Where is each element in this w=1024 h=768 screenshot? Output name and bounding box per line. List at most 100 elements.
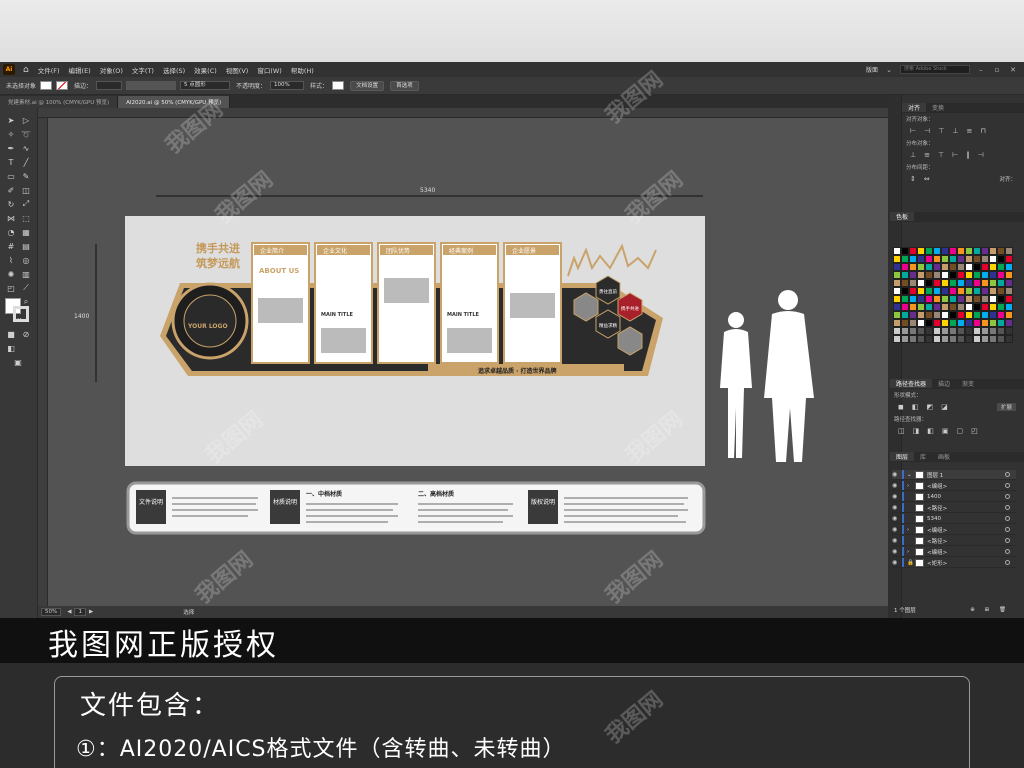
color-swatch[interactable] <box>981 279 989 287</box>
color-swatch[interactable] <box>901 327 909 335</box>
distribute-left-icon[interactable]: ⊢ <box>952 151 958 159</box>
curvature-tool-icon[interactable]: ∿ <box>20 142 32 154</box>
artboard-tool-icon[interactable]: ◰ <box>5 282 17 294</box>
layer-row[interactable]: ◉ 5340 <box>892 514 1016 524</box>
color-swatch[interactable] <box>997 327 1005 335</box>
color-swatch[interactable] <box>925 279 933 287</box>
color-swatch[interactable] <box>997 335 1005 343</box>
color-swatch[interactable] <box>901 279 909 287</box>
color-swatch[interactable] <box>941 311 949 319</box>
color-swatch[interactable] <box>957 295 965 303</box>
color-swatch[interactable] <box>925 311 933 319</box>
color-swatch[interactable] <box>981 319 989 327</box>
visibility-eye-icon[interactable]: ◉ <box>892 504 902 511</box>
color-swatch[interactable] <box>909 319 917 327</box>
color-swatch[interactable] <box>965 247 973 255</box>
color-swatch[interactable] <box>997 295 1005 303</box>
lock-icon[interactable]: 🔒 <box>907 560 915 566</box>
layer-row[interactable]: ◉ 1400 <box>892 492 1016 502</box>
color-swatch[interactable] <box>909 295 917 303</box>
color-swatch[interactable] <box>949 271 957 279</box>
tab-pathfinder[interactable]: 路径查找器 <box>890 379 933 388</box>
color-swatch[interactable] <box>933 247 941 255</box>
color-swatch[interactable] <box>933 319 941 327</box>
menu-type[interactable]: 文字(T) <box>132 65 154 75</box>
color-swatch[interactable] <box>909 279 917 287</box>
color-swatch[interactable] <box>941 271 949 279</box>
color-swatch[interactable] <box>957 287 965 295</box>
color-swatch[interactable] <box>981 247 989 255</box>
color-swatch[interactable] <box>1005 319 1013 327</box>
layer-target-icon[interactable] <box>1005 494 1010 499</box>
layer-row[interactable]: ◉ <路径> <box>892 536 1016 546</box>
visibility-eye-icon[interactable]: ◉ <box>892 493 902 500</box>
expand-chevron-icon[interactable]: › <box>907 527 915 533</box>
color-swatch[interactable] <box>965 287 973 295</box>
distribute-bottom-icon[interactable]: ⊤ <box>938 151 944 159</box>
layer-target-icon[interactable] <box>1005 527 1010 532</box>
layer-target-icon[interactable] <box>1005 560 1010 565</box>
selection-tool-icon[interactable]: ➤ <box>5 114 17 126</box>
color-swatch[interactable] <box>941 247 949 255</box>
tab-stroke[interactable]: 描边 <box>932 379 956 388</box>
layer-target-icon[interactable] <box>1005 549 1010 554</box>
color-swatch[interactable] <box>909 335 917 343</box>
color-swatch[interactable] <box>957 263 965 271</box>
stroke-color-swatch[interactable] <box>56 81 69 90</box>
color-swatch[interactable] <box>949 263 957 271</box>
color-swatch[interactable] <box>893 327 901 335</box>
align-middle-icon[interactable]: ≡ <box>966 127 972 135</box>
exclude-icon[interactable]: ◪ <box>941 403 948 411</box>
color-swatch[interactable] <box>933 279 941 287</box>
color-swatch[interactable] <box>917 303 925 311</box>
color-swatch[interactable] <box>1005 327 1013 335</box>
menu-object[interactable]: 对象(O) <box>100 65 123 75</box>
color-swatch[interactable] <box>1005 335 1013 343</box>
distribute-vcenter-icon[interactable]: ≡ <box>924 151 930 159</box>
color-swatch[interactable] <box>997 303 1005 311</box>
color-swatch[interactable] <box>1005 303 1013 311</box>
color-swatch[interactable] <box>1005 279 1013 287</box>
menu-effect[interactable]: 效果(C) <box>194 65 217 75</box>
color-swatch[interactable] <box>917 247 925 255</box>
distribute-top-icon[interactable]: ⊥ <box>910 151 916 159</box>
tab-artboards[interactable]: 画板 <box>932 452 956 461</box>
color-swatch[interactable] <box>973 295 981 303</box>
visibility-eye-icon[interactable]: ◉ <box>892 515 902 522</box>
color-swatch[interactable] <box>1005 311 1013 319</box>
color-swatch[interactable] <box>893 295 901 303</box>
rotate-tool-icon[interactable]: ↻ <box>5 198 17 210</box>
chevron-down-icon[interactable]: ⌄ <box>884 66 894 74</box>
color-swatch[interactable] <box>989 335 997 343</box>
color-swatch[interactable] <box>973 255 981 263</box>
line-tool-icon[interactable]: ╱ <box>20 156 32 168</box>
scale-tool-icon[interactable]: ⤢ <box>20 198 32 210</box>
color-swatch[interactable] <box>925 271 933 279</box>
menu-window[interactable]: 窗口(W) <box>257 65 282 75</box>
color-swatch[interactable] <box>933 303 941 311</box>
color-swatch[interactable] <box>981 263 989 271</box>
color-swatch[interactable] <box>917 319 925 327</box>
color-swatch[interactable] <box>957 271 965 279</box>
tab-transform[interactable]: 变换 <box>926 103 950 112</box>
color-swatch[interactable] <box>965 295 973 303</box>
color-swatch[interactable] <box>973 327 981 335</box>
color-swatch[interactable] <box>1005 271 1013 279</box>
menu-select[interactable]: 选择(S) <box>163 65 185 75</box>
color-swatch[interactable] <box>973 335 981 343</box>
color-swatch[interactable] <box>893 279 901 287</box>
visibility-eye-icon[interactable]: ◉ <box>892 537 902 544</box>
color-swatch[interactable] <box>981 311 989 319</box>
gradient-tool-icon[interactable]: ▤ <box>20 240 32 252</box>
color-swatch[interactable] <box>997 287 1005 295</box>
layer-row[interactable]: ◉ › <编组> <box>892 547 1016 557</box>
color-swatch[interactable] <box>1005 263 1013 271</box>
layer-target-icon[interactable] <box>1005 505 1010 510</box>
color-swatch[interactable] <box>965 311 973 319</box>
color-swatch[interactable] <box>957 279 965 287</box>
expand-button[interactable]: 扩展 <box>996 403 1016 411</box>
color-swatch[interactable] <box>997 311 1005 319</box>
visibility-eye-icon[interactable]: ◉ <box>892 526 902 533</box>
color-swatch[interactable] <box>901 335 909 343</box>
color-swatch[interactable] <box>965 263 973 271</box>
